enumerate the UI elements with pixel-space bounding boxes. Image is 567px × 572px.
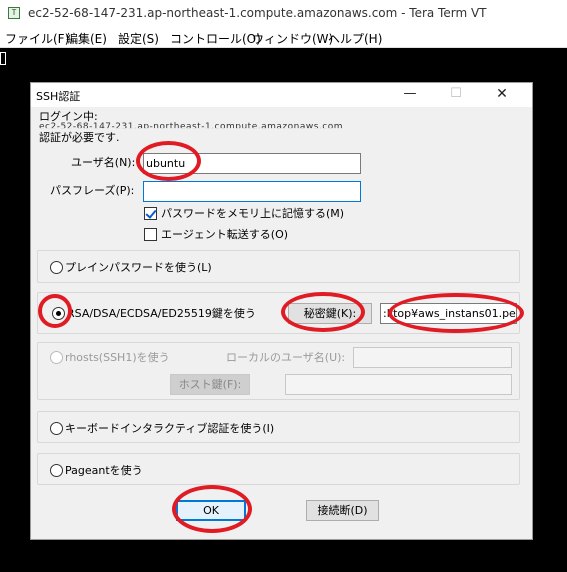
menu-control[interactable]: コントロール(O) [170, 30, 261, 47]
window-titlebar: T ec2-52-68-147-231.ap-northeast-1.compu… [0, 0, 567, 28]
plain-password-label: プレインパスワードを使う(L) [65, 261, 212, 274]
host-key-button: ホスト鍵(F): [170, 374, 250, 395]
plain-password-group: プレインパスワードを使う(L) [37, 250, 520, 283]
rsa-key-group: RSA/DSA/ECDSA/ED25519鍵を使う 秘密鍵(K): :ktop¥… [37, 292, 520, 334]
username-label: ユーザ名(N): [71, 156, 136, 169]
menu-window[interactable]: ウィンドウ(W) [252, 30, 333, 47]
rhosts-label: rhosts(SSH1)を使う [65, 351, 170, 364]
local-username-input [353, 347, 512, 368]
keyboard-interactive-radio[interactable] [50, 422, 63, 435]
keyboard-interactive-group: キーボードインタラクティブ認証を使う(I) [37, 411, 520, 443]
rsa-key-label: RSA/DSA/ECDSA/ED25519鍵を使う [67, 307, 256, 320]
menu-help[interactable]: ヘルプ(H) [328, 30, 382, 47]
menu-edit[interactable]: 編集(E) [66, 30, 107, 47]
passphrase-input[interactable] [143, 181, 361, 202]
host-key-input [285, 374, 512, 395]
agent-forward-checkbox[interactable] [144, 228, 157, 241]
passphrase-label: パスフレーズ(P): [50, 184, 135, 197]
rhosts-group: rhosts(SSH1)を使う ローカルのユーザ名(U): ホスト鍵(F): [37, 342, 520, 400]
local-username-label: ローカルのユーザ名(U): [226, 351, 346, 364]
terminal-cursor [0, 52, 6, 65]
plain-password-radio[interactable] [50, 261, 63, 274]
remember-password-checkbox[interactable] [144, 207, 157, 220]
rhosts-radio [50, 351, 63, 364]
close-icon[interactable]: ✕ [485, 83, 519, 107]
pageant-radio[interactable] [50, 464, 63, 477]
menu-file[interactable]: ファイル(F) [5, 30, 69, 47]
remember-password-label: パスワードをメモリ上に記憶する(M) [161, 207, 345, 220]
private-key-path-input[interactable]: :ktop¥aws_instans01.pem [380, 303, 517, 324]
agent-forward-label: エージェント転送する(O) [161, 228, 289, 241]
ok-button[interactable]: OK [176, 500, 246, 521]
auth-required-text: 認証が必要です. [39, 131, 120, 144]
username-input[interactable]: ubuntu [143, 153, 361, 174]
teraterm-app-icon: T [8, 7, 20, 19]
maximize-icon: ☐ [450, 86, 462, 101]
private-key-button[interactable]: 秘密鍵(K): [288, 303, 372, 324]
keyboard-interactive-label: キーボードインタラクティブ認証を使う(I) [65, 422, 275, 435]
minimize-icon[interactable]: — [393, 83, 427, 107]
disconnect-button[interactable]: 接続断(D) [306, 500, 379, 521]
menu-setup[interactable]: 設定(S) [118, 30, 159, 47]
dialog-titlebar: SSH認証 — ☐ ✕ [31, 83, 532, 107]
menu-bar: ファイル(F) 編集(E) 設定(S) コントロール(O) ウィンドウ(W) ヘ… [0, 28, 567, 48]
ssh-auth-dialog: SSH認証 — ☐ ✕ ログイン中: ec2-52-68-147-231.ap-… [30, 82, 533, 540]
pageant-label: Pageantを使う [65, 464, 143, 477]
window-title: ec2-52-68-147-231.ap-northeast-1.compute… [28, 6, 487, 20]
dialog-title: SSH認証 [36, 90, 81, 103]
pageant-group: Pageantを使う [37, 453, 520, 485]
rsa-key-radio[interactable] [52, 307, 65, 320]
